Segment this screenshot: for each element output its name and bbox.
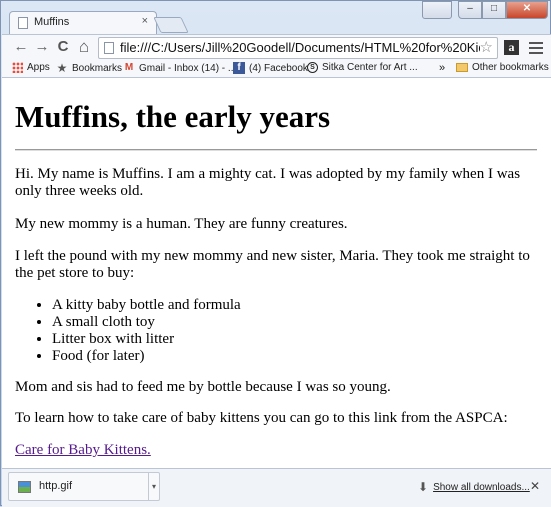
toolbar: ← → C ⌂ file:///C:/Users/Jill%20Goodell/… <box>2 34 551 61</box>
bookmark-bookmarks[interactable]: ★ Bookmarks <box>56 62 122 74</box>
file-icon <box>104 42 114 54</box>
minimize-button[interactable]: – <box>458 1 482 19</box>
bookmark-label: Apps <box>27 62 50 73</box>
kitten-care-link[interactable]: Care for Baby Kittens. <box>15 442 151 458</box>
menu-icon[interactable] <box>529 39 543 57</box>
tab-close-icon[interactable]: × <box>142 15 148 27</box>
close-window-button[interactable]: ✕ <box>506 1 548 19</box>
list-item: Litter box with litter <box>52 331 532 348</box>
bookmark-sitka[interactable]: S Sitka Center for Art ... <box>307 62 418 73</box>
download-arrow-icon: ⬇ <box>418 480 429 494</box>
bookmark-star-icon[interactable]: ☆ <box>480 38 493 56</box>
page-content: Muffins, the early years Hi. My name is … <box>2 78 551 468</box>
shopping-list: A kitty baby bottle and formula A small … <box>15 297 532 365</box>
address-bar[interactable]: file:///C:/Users/Jill%20Goodell/Document… <box>98 37 498 59</box>
apps-grid-icon <box>12 62 23 73</box>
forward-button[interactable]: → <box>33 38 51 56</box>
list-item: A kitty baby bottle and formula <box>52 297 532 314</box>
list-item: A small cloth toy <box>52 314 532 331</box>
download-item[interactable]: http.gif ▾ <box>8 472 160 501</box>
home-button[interactable]: ⌂ <box>75 38 93 56</box>
bookmark-label: Other bookmarks <box>472 62 549 73</box>
link-paragraph: Care for Baby Kittens. <box>15 442 540 459</box>
sitka-icon: S <box>307 62 318 73</box>
paragraph-pound: I left the pound with my new mommy and n… <box>15 248 530 281</box>
divider <box>15 149 537 151</box>
bookmark-label: Bookmarks <box>72 62 123 74</box>
bookmarks-bar: Apps ★ Bookmarks M Gmail - Inbox (14) - … <box>2 60 551 78</box>
bookmark-label: Sitka Center for Art ... <box>322 62 418 73</box>
gif-file-icon <box>18 481 31 493</box>
download-filename: http.gif <box>39 480 73 492</box>
star-icon: ★ <box>56 61 68 75</box>
bookmark-label: Gmail - Inbox (14) - ... <box>139 62 237 74</box>
chevron-down-icon[interactable]: ▾ <box>148 473 159 500</box>
amazon-extension-icon[interactable]: a <box>504 40 519 55</box>
bookmark-other[interactable]: Other bookmarks <box>456 62 549 73</box>
bookmark-label: (4) Facebook <box>249 62 308 74</box>
paragraph-intro: Hi. My name is Muffins. I am a mighty ca… <box>15 166 521 199</box>
maximize-button[interactable]: □ <box>482 1 506 19</box>
tab-strip: Muffins × – □ ✕ <box>1 1 551 35</box>
close-downloads-icon[interactable]: ✕ <box>530 479 540 493</box>
tab-title: Muffins <box>34 16 70 28</box>
bookmark-apps[interactable]: Apps <box>12 62 50 73</box>
downloads-bar: http.gif ▾ ⬇ Show all downloads... ✕ <box>2 468 551 507</box>
window-controls: – □ ✕ <box>422 1 548 19</box>
tab-muffins[interactable]: Muffins × <box>9 11 157 35</box>
page-icon <box>18 17 28 29</box>
list-item: Food (for later) <box>52 348 532 365</box>
facebook-icon: f <box>233 62 245 74</box>
user-profile-button[interactable] <box>422 1 452 19</box>
url-text[interactable]: file:///C:/Users/Jill%20Goodell/Document… <box>120 40 480 55</box>
paragraph-mommy: My new mommy is a human. They are funny … <box>15 216 348 232</box>
bookmarks-overflow-button[interactable]: » <box>439 62 445 74</box>
paragraph-aspca: To learn how to take care of baby kitten… <box>15 410 508 426</box>
back-button[interactable]: ← <box>12 38 30 56</box>
bookmark-facebook[interactable]: f (4) Facebook <box>233 62 308 74</box>
reload-button[interactable]: C <box>54 38 72 56</box>
show-all-downloads-link[interactable]: ⬇ Show all downloads... <box>418 480 530 494</box>
page-title: Muffins, the early years <box>15 99 331 134</box>
show-all-label: Show all downloads... <box>433 481 530 493</box>
gmail-icon: M <box>124 62 134 73</box>
new-tab-button[interactable] <box>153 17 189 33</box>
paragraph-bottle: Mom and sis had to feed me by bottle bec… <box>15 379 391 395</box>
folder-icon <box>456 63 468 72</box>
browser-window: Muffins × – □ ✕ ← → C ⌂ file:///C:/Users… <box>0 0 551 507</box>
bookmark-gmail[interactable]: M Gmail - Inbox (14) - ... <box>123 62 236 74</box>
